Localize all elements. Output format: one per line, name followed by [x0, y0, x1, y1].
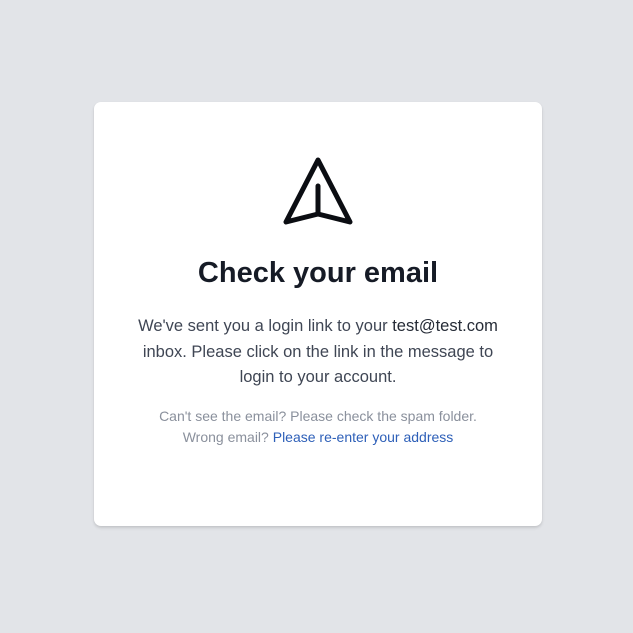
wrong-email-label: Wrong email? — [182, 428, 269, 445]
paper-plane-icon — [94, 156, 542, 226]
confirmation-message: We've sent you a login link to your test… — [132, 314, 504, 391]
help-text: Can't see the email? Please check the sp… — [114, 406, 522, 447]
page-title: Check your email — [197, 257, 439, 289]
email-address: test@test.com — [392, 317, 498, 335]
message-suffix: inbox. Please click on the link in the m… — [142, 342, 494, 387]
message-prefix: We've sent you a login link to your — [138, 317, 388, 335]
reenter-address-link[interactable]: Please re-enter your address — [273, 429, 454, 445]
check-email-card: Check your email We've sent you a login … — [94, 102, 542, 526]
spam-folder-hint: Can't see the email? Please check the sp… — [159, 408, 477, 424]
